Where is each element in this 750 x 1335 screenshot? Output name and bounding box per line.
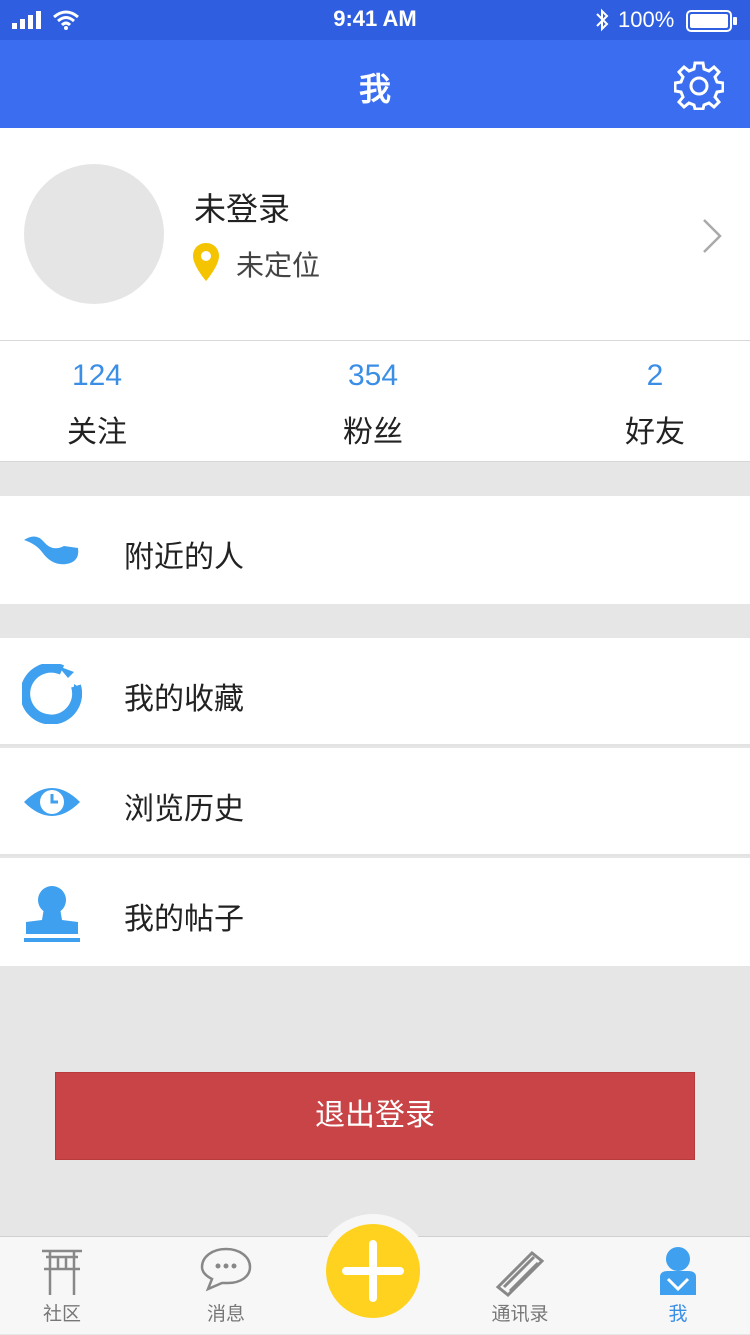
stat-friends[interactable]: 2 好友 bbox=[575, 341, 735, 461]
stat-label: 好友 bbox=[625, 415, 685, 450]
battery-percent: 100% bbox=[618, 7, 675, 32]
stat-value: 2 bbox=[646, 359, 664, 392]
location-text: 未定位 bbox=[236, 249, 321, 282]
stat-followers[interactable]: 354 粉丝 bbox=[293, 341, 453, 461]
tab-label: 消息 bbox=[206, 1303, 245, 1325]
username: 未登录 bbox=[194, 190, 291, 228]
battery-icon bbox=[686, 10, 737, 32]
gear-icon[interactable] bbox=[674, 60, 724, 110]
menu-item-favorites[interactable]: 我的收藏 bbox=[0, 638, 750, 746]
stat-value: 354 bbox=[347, 359, 399, 392]
menu-label: 附近的人 bbox=[124, 540, 244, 575]
logout-button[interactable]: 退出登录 bbox=[55, 1072, 695, 1160]
favorites-icon bbox=[22, 664, 82, 724]
profile-card[interactable]: 未登录 未定位 bbox=[0, 128, 750, 340]
plus-icon bbox=[342, 1240, 404, 1302]
user-icon bbox=[660, 1247, 696, 1295]
status-bar: 9:41 AM 100% bbox=[0, 0, 750, 40]
stamp-icon bbox=[24, 886, 80, 942]
contacts-icon bbox=[495, 1250, 545, 1298]
nav-bar: 我 bbox=[0, 40, 750, 128]
history-eye-icon bbox=[24, 788, 80, 816]
menu-label: 我的收藏 bbox=[124, 682, 244, 717]
add-post-button[interactable] bbox=[326, 1224, 420, 1318]
pavilion-icon bbox=[42, 1249, 82, 1295]
stat-following[interactable]: 124 关注 bbox=[17, 341, 177, 461]
chat-bubble-icon bbox=[200, 1247, 252, 1292]
menu-item-posts[interactable]: 我的帖子 bbox=[0, 858, 750, 966]
tab-me[interactable]: 我 bbox=[618, 1237, 738, 1335]
tab-label: 我 bbox=[668, 1303, 688, 1325]
stat-label: 粉丝 bbox=[343, 415, 403, 450]
stats-row: 124 关注 354 粉丝 2 好友 bbox=[0, 340, 750, 462]
bluetooth-icon bbox=[596, 8, 609, 32]
tab-messages[interactable]: 消息 bbox=[166, 1237, 286, 1335]
menu-item-nearby[interactable]: 附近的人 bbox=[0, 496, 750, 604]
location-pin-icon bbox=[193, 243, 219, 281]
avatar[interactable] bbox=[24, 164, 164, 304]
stat-label: 关注 bbox=[67, 415, 127, 450]
tab-label: 社区 bbox=[42, 1303, 81, 1325]
page-title: 我 bbox=[358, 70, 391, 108]
chevron-right-icon bbox=[703, 219, 722, 253]
stat-value: 124 bbox=[71, 359, 123, 392]
nearby-icon bbox=[24, 536, 79, 565]
menu-label: 我的帖子 bbox=[124, 902, 244, 937]
menu-label: 浏览历史 bbox=[124, 792, 244, 827]
tab-label: 通讯录 bbox=[491, 1303, 549, 1325]
tab-community[interactable]: 社区 bbox=[2, 1237, 122, 1335]
tab-contacts[interactable]: 通讯录 bbox=[460, 1237, 580, 1335]
menu-item-history[interactable]: 浏览历史 bbox=[0, 748, 750, 856]
